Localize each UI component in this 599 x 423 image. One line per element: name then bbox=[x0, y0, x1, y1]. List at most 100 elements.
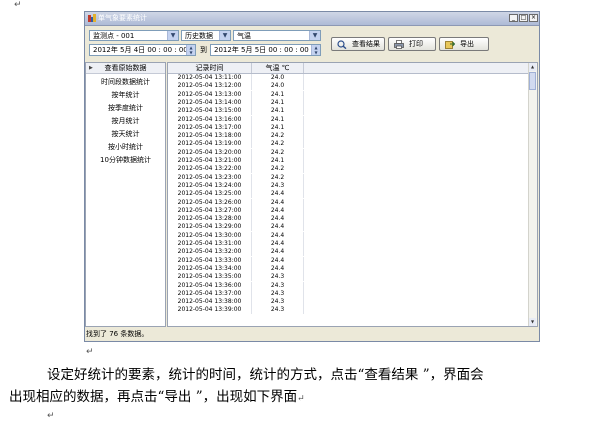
sidebar-item-period-stats[interactable]: 时间段数据统计 bbox=[86, 76, 165, 89]
spin-updown-icon[interactable]: ▲ ▼ bbox=[186, 45, 195, 55]
paragraph-mark: ↵ bbox=[86, 347, 94, 357]
maximize-button[interactable]: □ bbox=[519, 14, 528, 22]
cell-temperature: 24.4 bbox=[252, 206, 304, 215]
table-row[interactable]: 2012-05-04 13:32:00 24.4 bbox=[168, 248, 529, 257]
print-button[interactable]: 打印 bbox=[388, 37, 436, 51]
sidebar-item-by-hour[interactable]: 按小时统计 bbox=[86, 141, 165, 154]
export-label: 导出 bbox=[460, 40, 474, 48]
cell-temperature: 24.2 bbox=[252, 173, 304, 182]
table-row[interactable]: 2012-05-04 13:21:00 24.1 bbox=[168, 157, 529, 165]
table-row[interactable]: 2012-05-04 13:19:00 24.2 bbox=[168, 140, 529, 149]
table-row[interactable]: 2012-05-04 13:16:00 24.1 bbox=[168, 115, 529, 124]
table-row[interactable]: 2012-05-04 13:20:00 24.2 bbox=[168, 148, 529, 157]
table-row[interactable]: 2012-05-04 13:37:00 24.3 bbox=[168, 289, 529, 298]
sidebar-item-10min-stats[interactable]: 10分钟数据统计 bbox=[86, 154, 165, 167]
element-select[interactable]: 气温 ▼ bbox=[233, 30, 321, 41]
paragraph-mark: ↵ bbox=[14, 0, 22, 10]
sidebar-item-by-month[interactable]: 按月统计 bbox=[86, 115, 165, 128]
cell-temperature: 24.1 bbox=[252, 107, 304, 116]
end-datetime-picker[interactable]: 2012年 5月 5日 00 : 00 : 00 ▲ ▼ bbox=[210, 44, 321, 56]
view-results-button[interactable]: 查看结果 bbox=[331, 37, 385, 51]
cell-record-time: 2012-05-04 13:28:00 bbox=[168, 215, 252, 224]
printer-icon bbox=[394, 40, 404, 49]
scroll-up-icon[interactable]: ▲ bbox=[529, 63, 536, 71]
start-datetime-picker[interactable]: 2012年 5月 4日 00 : 00 : 00 ▲ ▼ bbox=[89, 44, 196, 56]
table-row[interactable]: 2012-05-04 13:36:00 24.3 bbox=[168, 281, 529, 290]
table-row[interactable]: 2012-05-04 13:28:00 24.4 bbox=[168, 215, 529, 224]
spin-updown-icon[interactable]: ▲ ▼ bbox=[311, 45, 320, 55]
cell-record-time: 2012-05-04 13:18:00 bbox=[168, 132, 252, 141]
scroll-down-icon[interactable]: ▼ bbox=[529, 318, 536, 326]
station-select[interactable]: 监测点 - 001 ▼ bbox=[89, 30, 179, 41]
sidebar-item-by-day[interactable]: 按天统计 bbox=[86, 128, 165, 141]
cell-record-time: 2012-05-04 13:37:00 bbox=[168, 289, 252, 298]
cell-temperature: 24.1 bbox=[252, 90, 304, 99]
chevron-down-icon[interactable]: ▼ bbox=[219, 31, 230, 40]
window-title: 单气象要素统计 bbox=[98, 14, 147, 22]
cell-record-time: 2012-05-04 13:15:00 bbox=[168, 107, 252, 116]
start-datetime-value: 2012年 5月 4日 00 : 00 : 00 bbox=[93, 46, 188, 54]
table-row[interactable]: 2012-05-04 13:33:00 24.4 bbox=[168, 256, 529, 265]
table-row[interactable]: 2012-05-04 13:34:00 24.4 bbox=[168, 264, 529, 273]
paragraph-mark: ↵ bbox=[47, 411, 55, 421]
cell-record-time: 2012-05-04 13:23:00 bbox=[168, 173, 252, 182]
cell-temperature: 24.4 bbox=[252, 190, 304, 199]
column-header-time[interactable]: 记录时间 bbox=[168, 63, 252, 73]
cell-record-time: 2012-05-04 13:11:00 bbox=[168, 74, 252, 82]
chevron-down-icon[interactable]: ▼ bbox=[309, 31, 320, 40]
cell-temperature: 24.4 bbox=[252, 264, 304, 273]
table-row[interactable]: 2012-05-04 13:13:00 24.1 bbox=[168, 90, 529, 99]
cell-record-time: 2012-05-04 13:38:00 bbox=[168, 298, 252, 307]
cell-temperature: 24.3 bbox=[252, 306, 304, 315]
cell-record-time: 2012-05-04 13:27:00 bbox=[168, 206, 252, 215]
table-header: 记录时间 气温 ℃ bbox=[168, 63, 529, 74]
cell-temperature: 24.4 bbox=[252, 223, 304, 232]
export-button[interactable]: 导出 bbox=[439, 37, 489, 51]
cell-record-time: 2012-05-04 13:34:00 bbox=[168, 264, 252, 273]
cell-record-time: 2012-05-04 13:32:00 bbox=[168, 248, 252, 257]
cell-temperature: 24.4 bbox=[252, 256, 304, 265]
sidebar-item-by-year[interactable]: 按年统计 bbox=[86, 89, 165, 102]
table-row[interactable]: 2012-05-04 13:24:00 24.3 bbox=[168, 181, 529, 190]
table-row[interactable]: 2012-05-04 13:15:00 24.1 bbox=[168, 107, 529, 116]
cell-temperature: 24.3 bbox=[252, 289, 304, 298]
cell-record-time: 2012-05-04 13:20:00 bbox=[168, 148, 252, 157]
table-row[interactable]: 2012-05-04 13:27:00 24.4 bbox=[168, 206, 529, 215]
close-button[interactable]: × bbox=[529, 14, 538, 22]
table-row[interactable]: 2012-05-04 13:29:00 24.4 bbox=[168, 223, 529, 232]
scroll-thumb[interactable] bbox=[529, 72, 536, 90]
stats-window: 单气象要素统计 _ □ × 监测点 - 001 ▼ 历史数据 ▼ 气温 ▼ 20… bbox=[84, 11, 540, 342]
cell-record-time: 2012-05-04 13:36:00 bbox=[168, 281, 252, 290]
table-row[interactable]: 2012-05-04 13:14:00 24.1 bbox=[168, 98, 529, 107]
stat-mode-panel: ▶ 查看原始数据 时间段数据统计 按年统计 按季度统计 按月统计 按天统计 按小… bbox=[85, 62, 166, 327]
table-row[interactable]: 2012-05-04 13:25:00 24.4 bbox=[168, 190, 529, 199]
table-row[interactable]: 2012-05-04 13:31:00 24.4 bbox=[168, 240, 529, 248]
cell-record-time: 2012-05-04 13:35:00 bbox=[168, 273, 252, 282]
cell-temperature: 24.2 bbox=[252, 132, 304, 141]
table-row[interactable]: 2012-05-04 13:35:00 24.3 bbox=[168, 273, 529, 282]
vertical-scrollbar[interactable]: ▲ ▼ bbox=[528, 63, 537, 326]
table-row[interactable]: 2012-05-04 13:17:00 24.1 bbox=[168, 123, 529, 132]
data-type-select[interactable]: 历史数据 ▼ bbox=[181, 30, 231, 41]
cell-record-time: 2012-05-04 13:24:00 bbox=[168, 181, 252, 190]
table-row[interactable]: 2012-05-04 13:30:00 24.4 bbox=[168, 231, 529, 240]
chevron-down-icon[interactable]: ▼ bbox=[167, 31, 178, 40]
table-row[interactable]: 2012-05-04 13:11:00 24.0 bbox=[168, 74, 529, 82]
magnifier-icon bbox=[337, 40, 347, 49]
sidebar-item-by-quarter[interactable]: 按季度统计 bbox=[86, 102, 165, 115]
table-row[interactable]: 2012-05-04 13:26:00 24.4 bbox=[168, 198, 529, 207]
minimize-button[interactable]: _ bbox=[509, 14, 518, 22]
table-row[interactable]: 2012-05-04 13:23:00 24.2 bbox=[168, 173, 529, 182]
table-row[interactable]: 2012-05-04 13:39:00 24.3 bbox=[168, 306, 529, 315]
table-row[interactable]: 2012-05-04 13:22:00 24.2 bbox=[168, 165, 529, 174]
sidebar-item-raw-data[interactable]: ▶ 查看原始数据 bbox=[86, 63, 165, 74]
table-row[interactable]: 2012-05-04 13:18:00 24.2 bbox=[168, 132, 529, 141]
cell-temperature: 24.4 bbox=[252, 231, 304, 240]
cell-record-time: 2012-05-04 13:17:00 bbox=[168, 123, 252, 132]
view-results-label: 查看结果 bbox=[352, 40, 380, 48]
table-row[interactable]: 2012-05-04 13:38:00 24.3 bbox=[168, 298, 529, 307]
title-bar[interactable]: 单气象要素统计 _ □ × bbox=[85, 12, 539, 26]
cell-record-time: 2012-05-04 13:12:00 bbox=[168, 82, 252, 91]
table-row[interactable]: 2012-05-04 13:12:00 24.0 bbox=[168, 82, 529, 91]
column-header-temperature[interactable]: 气温 ℃ bbox=[252, 63, 304, 73]
